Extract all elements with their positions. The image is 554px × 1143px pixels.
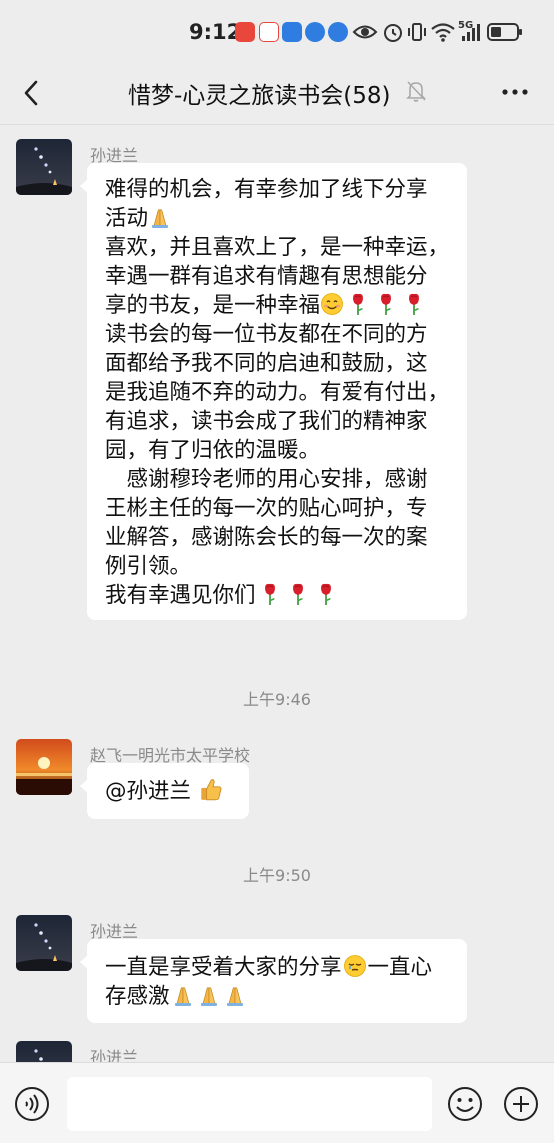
avatar-sun-jinlan[interactable] xyxy=(16,915,72,971)
message-line: 是我追随不弃的动力。有爱有付出， xyxy=(105,380,450,405)
message-line: 一直是享受着大家的分享 xyxy=(105,955,342,980)
message-bubble[interactable]: 一直是享受着大家的分享 一直心 存感激 xyxy=(80,939,467,1023)
emoji-picker-icon[interactable] xyxy=(447,1086,483,1122)
pray-emoji-icon xyxy=(226,987,244,1007)
message-line: 有追求，读书会成了我们的精神家 xyxy=(105,409,428,434)
message-line: 喜欢，并且喜欢上了，是一种幸运， xyxy=(105,235,450,260)
message-line: 享的书友，是一种幸福 xyxy=(105,293,321,318)
message-input-bar xyxy=(0,1062,554,1143)
message-line: 难得的机会，有幸参加了线下分享 xyxy=(105,177,428,202)
status-time: 9:12 xyxy=(189,20,242,44)
mute-bell-icon xyxy=(406,81,426,102)
alarm-icon xyxy=(384,24,402,42)
smile-emoji-icon xyxy=(320,292,344,316)
message-input[interactable] xyxy=(67,1077,432,1131)
battery-icon xyxy=(487,23,522,41)
rose-emoji-icon xyxy=(291,583,304,606)
chat-header: 惜梦-心灵之旅读书会(58) xyxy=(0,62,554,124)
notification-app-icon-1 xyxy=(235,22,255,42)
more-options-icon[interactable] xyxy=(500,79,530,105)
message-line: 例引领。 xyxy=(105,554,192,579)
message-bubble[interactable]: 难得的机会，有幸参加了线下分享 活动 喜欢，并且喜欢上了，是一种幸运， 幸遇一群… xyxy=(80,163,467,620)
message-line: 存感激 xyxy=(105,984,170,1009)
rose-emoji-icon xyxy=(352,293,364,316)
pray-emoji-icon xyxy=(174,987,192,1007)
back-icon[interactable] xyxy=(18,76,48,110)
message-line: 王彬主任的每一次的贴心呵护，专 xyxy=(105,496,428,521)
status-bar: 9:12 5G xyxy=(0,0,554,62)
add-attachment-icon[interactable] xyxy=(503,1086,539,1122)
touched-emoji-icon xyxy=(343,954,366,978)
message-timestamp: 上午9:46 xyxy=(243,690,311,709)
rose-emoji-icon xyxy=(408,293,420,316)
signal-icon xyxy=(462,24,480,41)
avatar-sun-jinlan[interactable] xyxy=(16,1041,72,1062)
rose-emoji-icon xyxy=(380,293,392,316)
avatar-zhao-fei[interactable] xyxy=(16,739,72,795)
thumbs-up-emoji-icon xyxy=(200,779,222,801)
message-line: 幸遇一群有追求有情趣有思想能分 xyxy=(105,264,428,289)
avatar-sun-jinlan[interactable] xyxy=(16,139,72,195)
message-line: 面都给予我不同的启迪和鼓励，这 xyxy=(105,351,428,376)
message-line: 活动 xyxy=(105,206,149,231)
message-line: 读书会的每一位书友都在不同的方 xyxy=(105,322,428,347)
message-line: 一直心 xyxy=(367,955,433,980)
message-line: 业解答，感谢陈会长的每一次的案 xyxy=(105,525,428,550)
voice-input-icon[interactable] xyxy=(14,1086,50,1122)
rose-emoji-icon xyxy=(319,583,332,606)
notification-app-icon-2 xyxy=(259,22,279,42)
rose-emoji-icon xyxy=(263,583,276,606)
message-line: 园，有了归依的温暖。 xyxy=(105,438,321,463)
pray-emoji-icon xyxy=(200,987,218,1007)
wifi-icon xyxy=(431,23,455,42)
header-divider xyxy=(0,124,554,125)
message-bubble[interactable]: @孙进兰 xyxy=(80,763,249,819)
pray-emoji-icon xyxy=(151,209,169,229)
notification-app-icon-3 xyxy=(282,22,302,42)
notification-app-icon-5 xyxy=(328,22,348,42)
message-line: 我有幸遇见你们 xyxy=(105,583,256,608)
message-line: 感谢穆玲老师的用心安排，感谢 xyxy=(105,467,428,492)
message-timestamp: 上午9:50 xyxy=(243,866,311,885)
vibrate-icon xyxy=(408,23,426,41)
chat-title: 惜梦-心灵之旅读书会(58) xyxy=(128,83,391,109)
notification-app-icon-4 xyxy=(305,22,325,42)
eye-icon xyxy=(352,25,378,39)
message-mention: @孙进兰 xyxy=(105,779,198,804)
